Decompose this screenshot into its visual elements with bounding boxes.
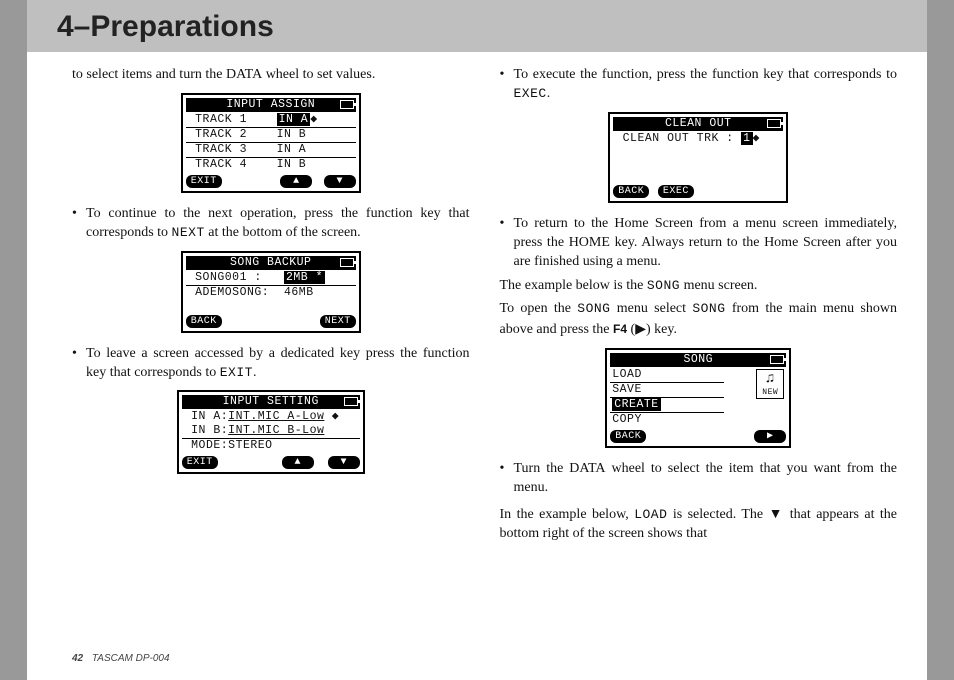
lcd-back-button: BACK [610, 430, 646, 443]
play-icon: ▶ [754, 430, 786, 443]
lcd-exit-button: EXIT [186, 175, 222, 188]
data-wheel-label: DATA [569, 461, 605, 476]
lcd-row: MODE:STEREO [182, 439, 360, 453]
battery-icon [770, 355, 784, 364]
chapter-heading: 4–Preparations [57, 10, 897, 44]
lcd-row: CLEAN OUT TRK : 1◆ [613, 132, 783, 146]
up-icon: ▲ [280, 175, 312, 188]
lcd-exec-button: EXEC [658, 185, 694, 198]
lcd-row: CREATE [610, 398, 724, 413]
lcd-row: TRACK 1 IN A◆ [186, 113, 356, 128]
battery-icon [767, 119, 781, 128]
page-number: 42 [72, 653, 83, 664]
lcd-song-menu: SONG ♫ LOAD SAVE CREATE COPY BACK XXXX X… [605, 348, 791, 448]
song-open-paragraph: To open the SONG menu select SONG from t… [500, 300, 898, 340]
left-column: to select items and turn the DATA wheel … [72, 62, 470, 548]
lcd-song-menu-wrap: SONG ♫ LOAD SAVE CREATE COPY BACK XXXX X… [500, 348, 898, 448]
product-name: TASCAM DP-004 [92, 653, 170, 664]
lcd-song-backup-wrap: SONG BACKUP SONG001 : 2MB * ADEMOSONG: 4… [72, 251, 470, 333]
next-label: NEXT [172, 225, 205, 240]
lcd-title: INPUT ASSIGN [186, 98, 356, 112]
bullet-exec: To execute the function, press the funct… [500, 66, 898, 104]
lcd-title: SONG BACKUP [186, 256, 356, 270]
down-triangle-icon: ▼ [769, 505, 785, 521]
lcd-row: IN B:INT.MIC B-Low [182, 424, 360, 439]
bullet-exit: To leave a screen accessed by a dedicate… [72, 345, 470, 383]
battery-icon [340, 100, 354, 109]
lcd-title: CLEAN OUT [613, 117, 783, 131]
play-icon: ▶ [635, 320, 646, 336]
lcd-row: LOAD [610, 368, 724, 383]
content-columns: to select items and turn the DATA wheel … [27, 52, 927, 548]
data-wheel-label: DATA [226, 67, 262, 82]
manual-page: 4–Preparations to select items and turn … [27, 0, 927, 680]
lcd-next-button: NEXT [320, 315, 356, 328]
down-icon: ▼ [328, 456, 360, 469]
lcd-exit-button: EXIT [182, 456, 218, 469]
lcd-title: SONG [610, 353, 786, 367]
bullet-home: To return to the Home Screen from a menu… [500, 215, 898, 272]
lcd-row: TRACK 2 IN B [186, 128, 356, 143]
lcd-song-backup: SONG BACKUP SONG001 : 2MB * ADEMOSONG: 4… [181, 251, 361, 333]
exit-label: EXIT [220, 365, 253, 380]
lcd-row: TRACK 3 IN A [186, 143, 356, 158]
lcd-row: ADEMOSONG: 46MB [186, 286, 356, 300]
music-note-icon: ♫ [756, 369, 784, 399]
song-label: SONG [647, 278, 680, 293]
lcd-clean-out: CLEAN OUT CLEAN OUT TRK : 1◆ BACK EXEC X… [608, 112, 788, 203]
lcd-row: COPY [610, 413, 724, 427]
lcd-row: TRACK 4 IN B [186, 158, 356, 172]
page-footer: 42 TASCAM DP-004 [72, 653, 170, 664]
song-example-paragraph: The example below is the SONG menu scree… [500, 277, 898, 296]
battery-icon [340, 258, 354, 267]
lcd-input-assign: INPUT ASSIGN TRACK 1 IN A◆ TRACK 2 IN B … [181, 93, 361, 193]
f4-key-label: F4 [613, 322, 627, 336]
lcd-input-assign-wrap: INPUT ASSIGN TRACK 1 IN A◆ TRACK 2 IN B … [72, 93, 470, 193]
down-icon: ▼ [324, 175, 356, 188]
lcd-title: INPUT SETTING [182, 395, 360, 409]
lcd-back-button: BACK [186, 315, 222, 328]
lcd-back-button: BACK [613, 185, 649, 198]
lcd-row: IN A:INT.MIC A-Low ◆ [182, 410, 360, 424]
lcd-row: SONG001 : 2MB * [186, 271, 356, 286]
exec-label: EXEC [514, 86, 547, 101]
bullet-next: To continue to the next operation, press… [72, 205, 470, 243]
right-column: To execute the function, press the funct… [500, 62, 898, 548]
lcd-clean-out-wrap: CLEAN OUT CLEAN OUT TRK : 1◆ BACK EXEC X… [500, 112, 898, 203]
battery-icon [344, 397, 358, 406]
bullet-data-wheel: Turn the DATA wheel to select the item t… [500, 460, 898, 498]
load-example-paragraph: In the example below, LOAD is selected. … [500, 504, 898, 544]
load-label: LOAD [634, 507, 667, 522]
intro-paragraph: to select items and turn the DATA wheel … [72, 66, 470, 85]
lcd-input-setting-wrap: INPUT SETTING IN A:INT.MIC A-Low ◆ IN B:… [72, 390, 470, 474]
lcd-input-setting: INPUT SETTING IN A:INT.MIC A-Low ◆ IN B:… [177, 390, 365, 474]
up-icon: ▲ [282, 456, 314, 469]
header-bar: 4–Preparations [27, 0, 927, 52]
lcd-row: SAVE [610, 383, 724, 398]
home-key-label: HOME [569, 235, 610, 250]
